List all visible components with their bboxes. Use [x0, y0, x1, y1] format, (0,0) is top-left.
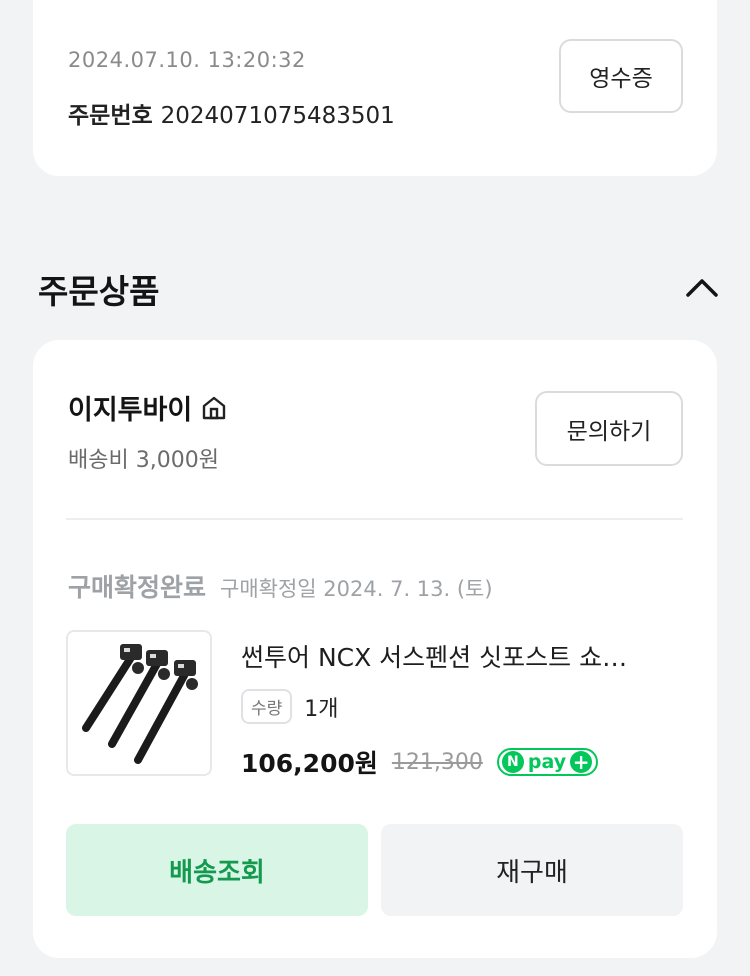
npay-plus-badge: N pay + — [496, 748, 599, 776]
order-info-card: 2024.07.10. 13:20:32 주문번호 202407107548350… — [33, 0, 717, 176]
shipping-fee: 배송비 3,000원 — [68, 448, 219, 473]
npay-n-icon: N — [501, 751, 524, 773]
order-datetime: 2024.07.10. 13:20:32 — [68, 48, 306, 72]
purchase-status-row: 구매확정완료 구매확정일 2024. 7. 13. (토) — [68, 568, 493, 604]
sale-price: 106,200원 — [241, 749, 378, 778]
quantity-value: 1개 — [304, 696, 339, 722]
order-number-label: 주문번호 — [68, 103, 153, 129]
section-title: 주문상품 — [38, 272, 160, 311]
divider — [66, 518, 683, 520]
price-row: 106,200원 121,300 N pay + — [241, 744, 599, 780]
track-delivery-button[interactable]: 배송조회 — [66, 824, 368, 916]
quantity-badge: 수량 — [241, 689, 293, 724]
order-number-value: 2024071075483501 — [160, 103, 395, 129]
receipt-button[interactable]: 영수증 — [559, 39, 683, 113]
seller-name[interactable]: 이지투바이 — [68, 388, 192, 427]
product-name[interactable]: 썬투어 NCX 서스펜션 싯포스트 쇼… — [241, 638, 681, 674]
order-number-row: 주문번호 2024071075483501 — [68, 96, 395, 130]
quantity-row: 수량 1개 — [241, 689, 339, 724]
rebuy-button[interactable]: 재구매 — [381, 824, 683, 916]
order-products-card: 이지투바이 배송비 3,000원 문의하기 구매확정완료 구매확정일 2024.… — [33, 340, 717, 958]
purchase-status: 구매확정완료 — [68, 573, 207, 602]
product-thumbnail[interactable] — [66, 630, 212, 776]
plus-icon: + — [570, 751, 593, 773]
inquiry-button[interactable]: 문의하기 — [535, 391, 683, 466]
original-price: 121,300 — [391, 749, 483, 775]
purchase-confirm-date: 구매확정일 2024. 7. 13. (토) — [220, 577, 493, 601]
npay-label: pay — [527, 751, 567, 773]
home-icon — [203, 396, 226, 419]
chevron-up-icon[interactable] — [684, 273, 720, 301]
seller-name-row[interactable]: 이지투바이 — [68, 388, 228, 427]
seatpost-image — [82, 644, 198, 764]
